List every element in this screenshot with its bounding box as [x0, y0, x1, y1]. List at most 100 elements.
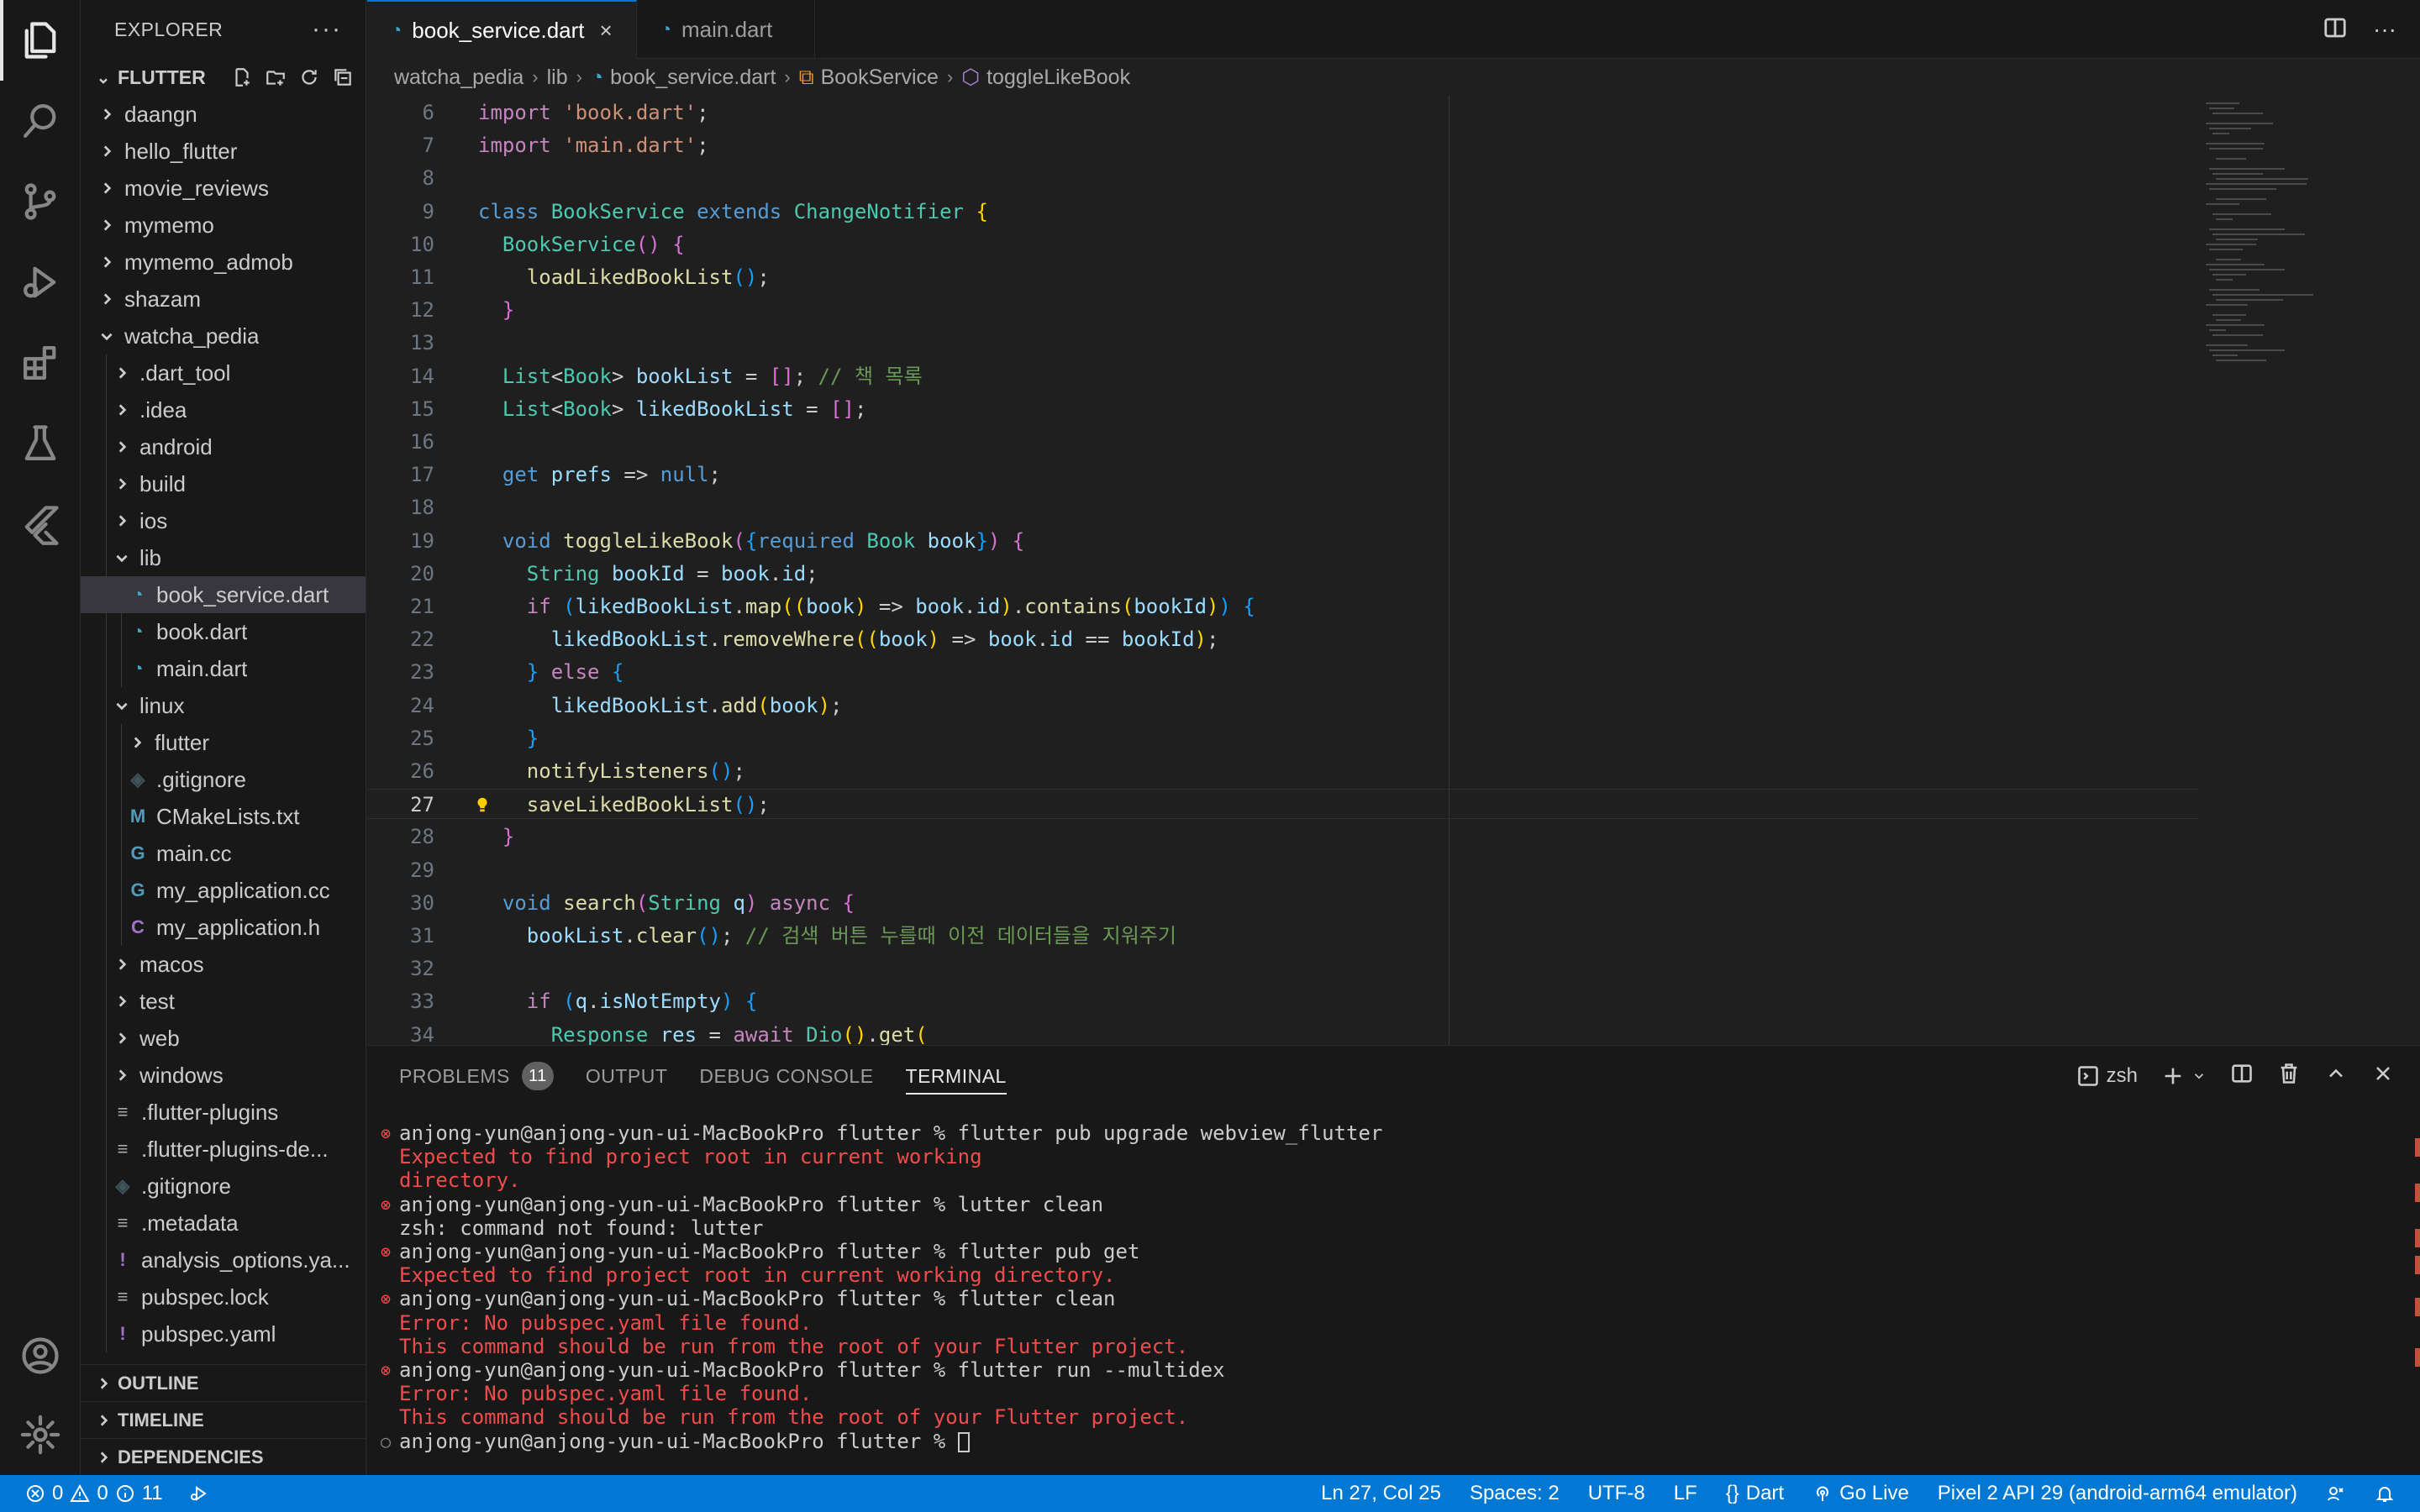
section-dependencies[interactable]: DEPENDENCIES: [81, 1438, 366, 1475]
tree-folder[interactable]: .idea: [81, 391, 366, 428]
tree-file[interactable]: ◈ .gitignore: [81, 761, 366, 798]
go-live-button[interactable]: Go Live: [1812, 1482, 1909, 1505]
tab-book-service-dart[interactable]: ◔ book_service.dart ×: [367, 0, 637, 59]
breadcrumb-item[interactable]: toggleLikeBook: [986, 66, 1130, 90]
breadcrumb-item[interactable]: lib: [547, 66, 568, 90]
extensions-icon[interactable]: [0, 323, 81, 403]
tree-folder[interactable]: build: [81, 465, 366, 502]
debug-status[interactable]: [188, 1483, 208, 1504]
testing-icon[interactable]: [0, 403, 81, 484]
notifications-bell-icon[interactable]: [2375, 1483, 2395, 1504]
explorer-icon[interactable]: [0, 0, 81, 81]
tab-main-dart[interactable]: ◔ main.dart: [637, 0, 815, 59]
tree-folder[interactable]: movie_reviews: [81, 170, 366, 207]
run-debug-icon[interactable]: [0, 242, 81, 323]
workspace-folder-header[interactable]: ⌄ FLUTTER: [81, 59, 366, 96]
terminal[interactable]: ⊗ anjong-yun@anjong-yun-ui-MacBookPro flu…: [367, 1113, 2420, 1474]
tree-folder[interactable]: linux: [81, 687, 366, 724]
tree-item-label: .dart_tool: [139, 360, 231, 386]
tree-folder[interactable]: shazam: [81, 281, 366, 318]
tree-folder[interactable]: hello_flutter: [81, 133, 366, 170]
feedback-icon[interactable]: [2326, 1483, 2346, 1504]
tree-folder[interactable]: lib: [81, 539, 366, 576]
tree-folder[interactable]: web: [81, 1020, 366, 1057]
code-token: bookList: [635, 364, 734, 388]
search-icon[interactable]: [0, 81, 81, 161]
tree-folder[interactable]: daangn: [81, 96, 366, 133]
explorer-more-actions-icon[interactable]: ···: [312, 15, 342, 44]
breadcrumb-item[interactable]: book_service.dart: [610, 66, 776, 90]
code-editor[interactable]: 6 import 'book.dart'; 7 import 'main.dart'…: [367, 96, 2420, 1045]
end-of-line[interactable]: LF: [1674, 1482, 1697, 1505]
command-error-icon[interactable]: ⊗: [377, 1240, 394, 1263]
code-token: book: [721, 561, 770, 585]
tree-folder[interactable]: test: [81, 983, 366, 1020]
new-file-icon[interactable]: [231, 66, 253, 88]
section-timeline[interactable]: TIMELINE: [81, 1401, 366, 1438]
tree-file[interactable]: ≡ .flutter-plugins-de...: [81, 1131, 366, 1168]
code-token: isNotEmpty: [599, 990, 722, 1014]
breadcrumb-item[interactable]: BookService: [821, 66, 939, 90]
device-selector[interactable]: Pixel 2 API 29 (android-arm64 emulator): [1938, 1482, 2297, 1505]
tree-file[interactable]: Cmy_application.h: [81, 909, 366, 946]
command-error-icon[interactable]: ⊗: [377, 1358, 394, 1382]
split-terminal-icon[interactable]: [2230, 1062, 2254, 1091]
section-outline[interactable]: OUTLINE: [81, 1364, 366, 1401]
tree-folder[interactable]: .dart_tool: [81, 354, 366, 391]
minimap[interactable]: [2197, 96, 2420, 1045]
tree-file[interactable]: Gmain.cc: [81, 835, 366, 872]
command-idle-icon[interactable]: ○: [377, 1430, 394, 1453]
problems-status[interactable]: 0 0 11: [25, 1482, 163, 1505]
account-icon[interactable]: [0, 1315, 81, 1396]
tree-folder[interactable]: windows: [81, 1057, 366, 1094]
tree-file[interactable]: ◈ .gitignore: [81, 1168, 366, 1205]
tree-file[interactable]: Gmy_application.cc: [81, 872, 366, 909]
settings-gear-icon[interactable]: [0, 1394, 81, 1475]
tree-file[interactable]: ! pubspec.yaml: [81, 1315, 366, 1352]
line-number: 29: [410, 858, 434, 882]
tree-file[interactable]: ◔ book_service.dart: [81, 576, 366, 613]
flutter-icon[interactable]: [0, 484, 81, 564]
code-text: Response res = await Dio().get(: [551, 1020, 928, 1045]
tree-file[interactable]: ◔ book.dart: [81, 613, 366, 650]
tree-file[interactable]: ≡ pubspec.lock: [81, 1278, 366, 1315]
new-folder-icon[interactable]: [265, 66, 287, 88]
new-terminal-button[interactable]: [2161, 1064, 2207, 1088]
collapse-all-icon[interactable]: [332, 66, 354, 88]
encoding[interactable]: UTF-8: [1588, 1482, 1645, 1505]
tree-folder[interactable]: android: [81, 428, 366, 465]
more-actions-icon[interactable]: ···: [2373, 16, 2396, 43]
kill-terminal-icon[interactable]: [2277, 1062, 2301, 1091]
tree-folder[interactable]: ios: [81, 502, 366, 539]
tab-terminal[interactable]: TERMINAL: [905, 1046, 1007, 1106]
activity-bar: [0, 0, 81, 1475]
terminal-shell-selector[interactable]: zsh: [2076, 1064, 2138, 1088]
cursor-position[interactable]: Ln 27, Col 25: [1321, 1482, 1441, 1505]
command-error-icon[interactable]: ⊗: [377, 1287, 394, 1310]
refresh-icon[interactable]: [298, 66, 320, 88]
maximize-panel-icon[interactable]: [2324, 1062, 2348, 1091]
tree-file[interactable]: ≡ .flutter-plugins: [81, 1094, 366, 1131]
command-error-icon[interactable]: ⊗: [377, 1193, 394, 1216]
tab-problems[interactable]: PROBLEMS 11: [399, 1046, 554, 1106]
tree-file[interactable]: ! analysis_options.ya...: [81, 1242, 366, 1278]
breadcrumb-item[interactable]: watcha_pedia: [394, 66, 523, 90]
indentation[interactable]: Spaces: 2: [1470, 1482, 1560, 1505]
tree-file[interactable]: M CMakeLists.txt: [81, 798, 366, 835]
tab-debug-console[interactable]: DEBUG CONSOLE: [699, 1046, 873, 1106]
tree-file[interactable]: ≡ .metadata: [81, 1205, 366, 1242]
language-mode[interactable]: {} Dart: [1726, 1482, 1784, 1505]
close-icon[interactable]: ×: [600, 18, 613, 44]
tree-folder[interactable]: flutter: [81, 724, 366, 761]
tree-folder[interactable]: watcha_pedia: [81, 318, 366, 354]
lightbulb-icon[interactable]: [473, 790, 492, 820]
split-editor-icon[interactable]: [2323, 15, 2348, 45]
tree-folder[interactable]: macos: [81, 946, 366, 983]
tree-folder[interactable]: mymemo: [81, 207, 366, 244]
source-control-icon[interactable]: [0, 161, 81, 242]
tree-folder[interactable]: mymemo_admob: [81, 244, 366, 281]
tree-file[interactable]: ◔ main.dart: [81, 650, 366, 687]
command-error-icon[interactable]: ⊗: [377, 1121, 394, 1145]
tab-output[interactable]: OUTPUT: [586, 1046, 668, 1106]
close-panel-icon[interactable]: [2371, 1062, 2395, 1091]
